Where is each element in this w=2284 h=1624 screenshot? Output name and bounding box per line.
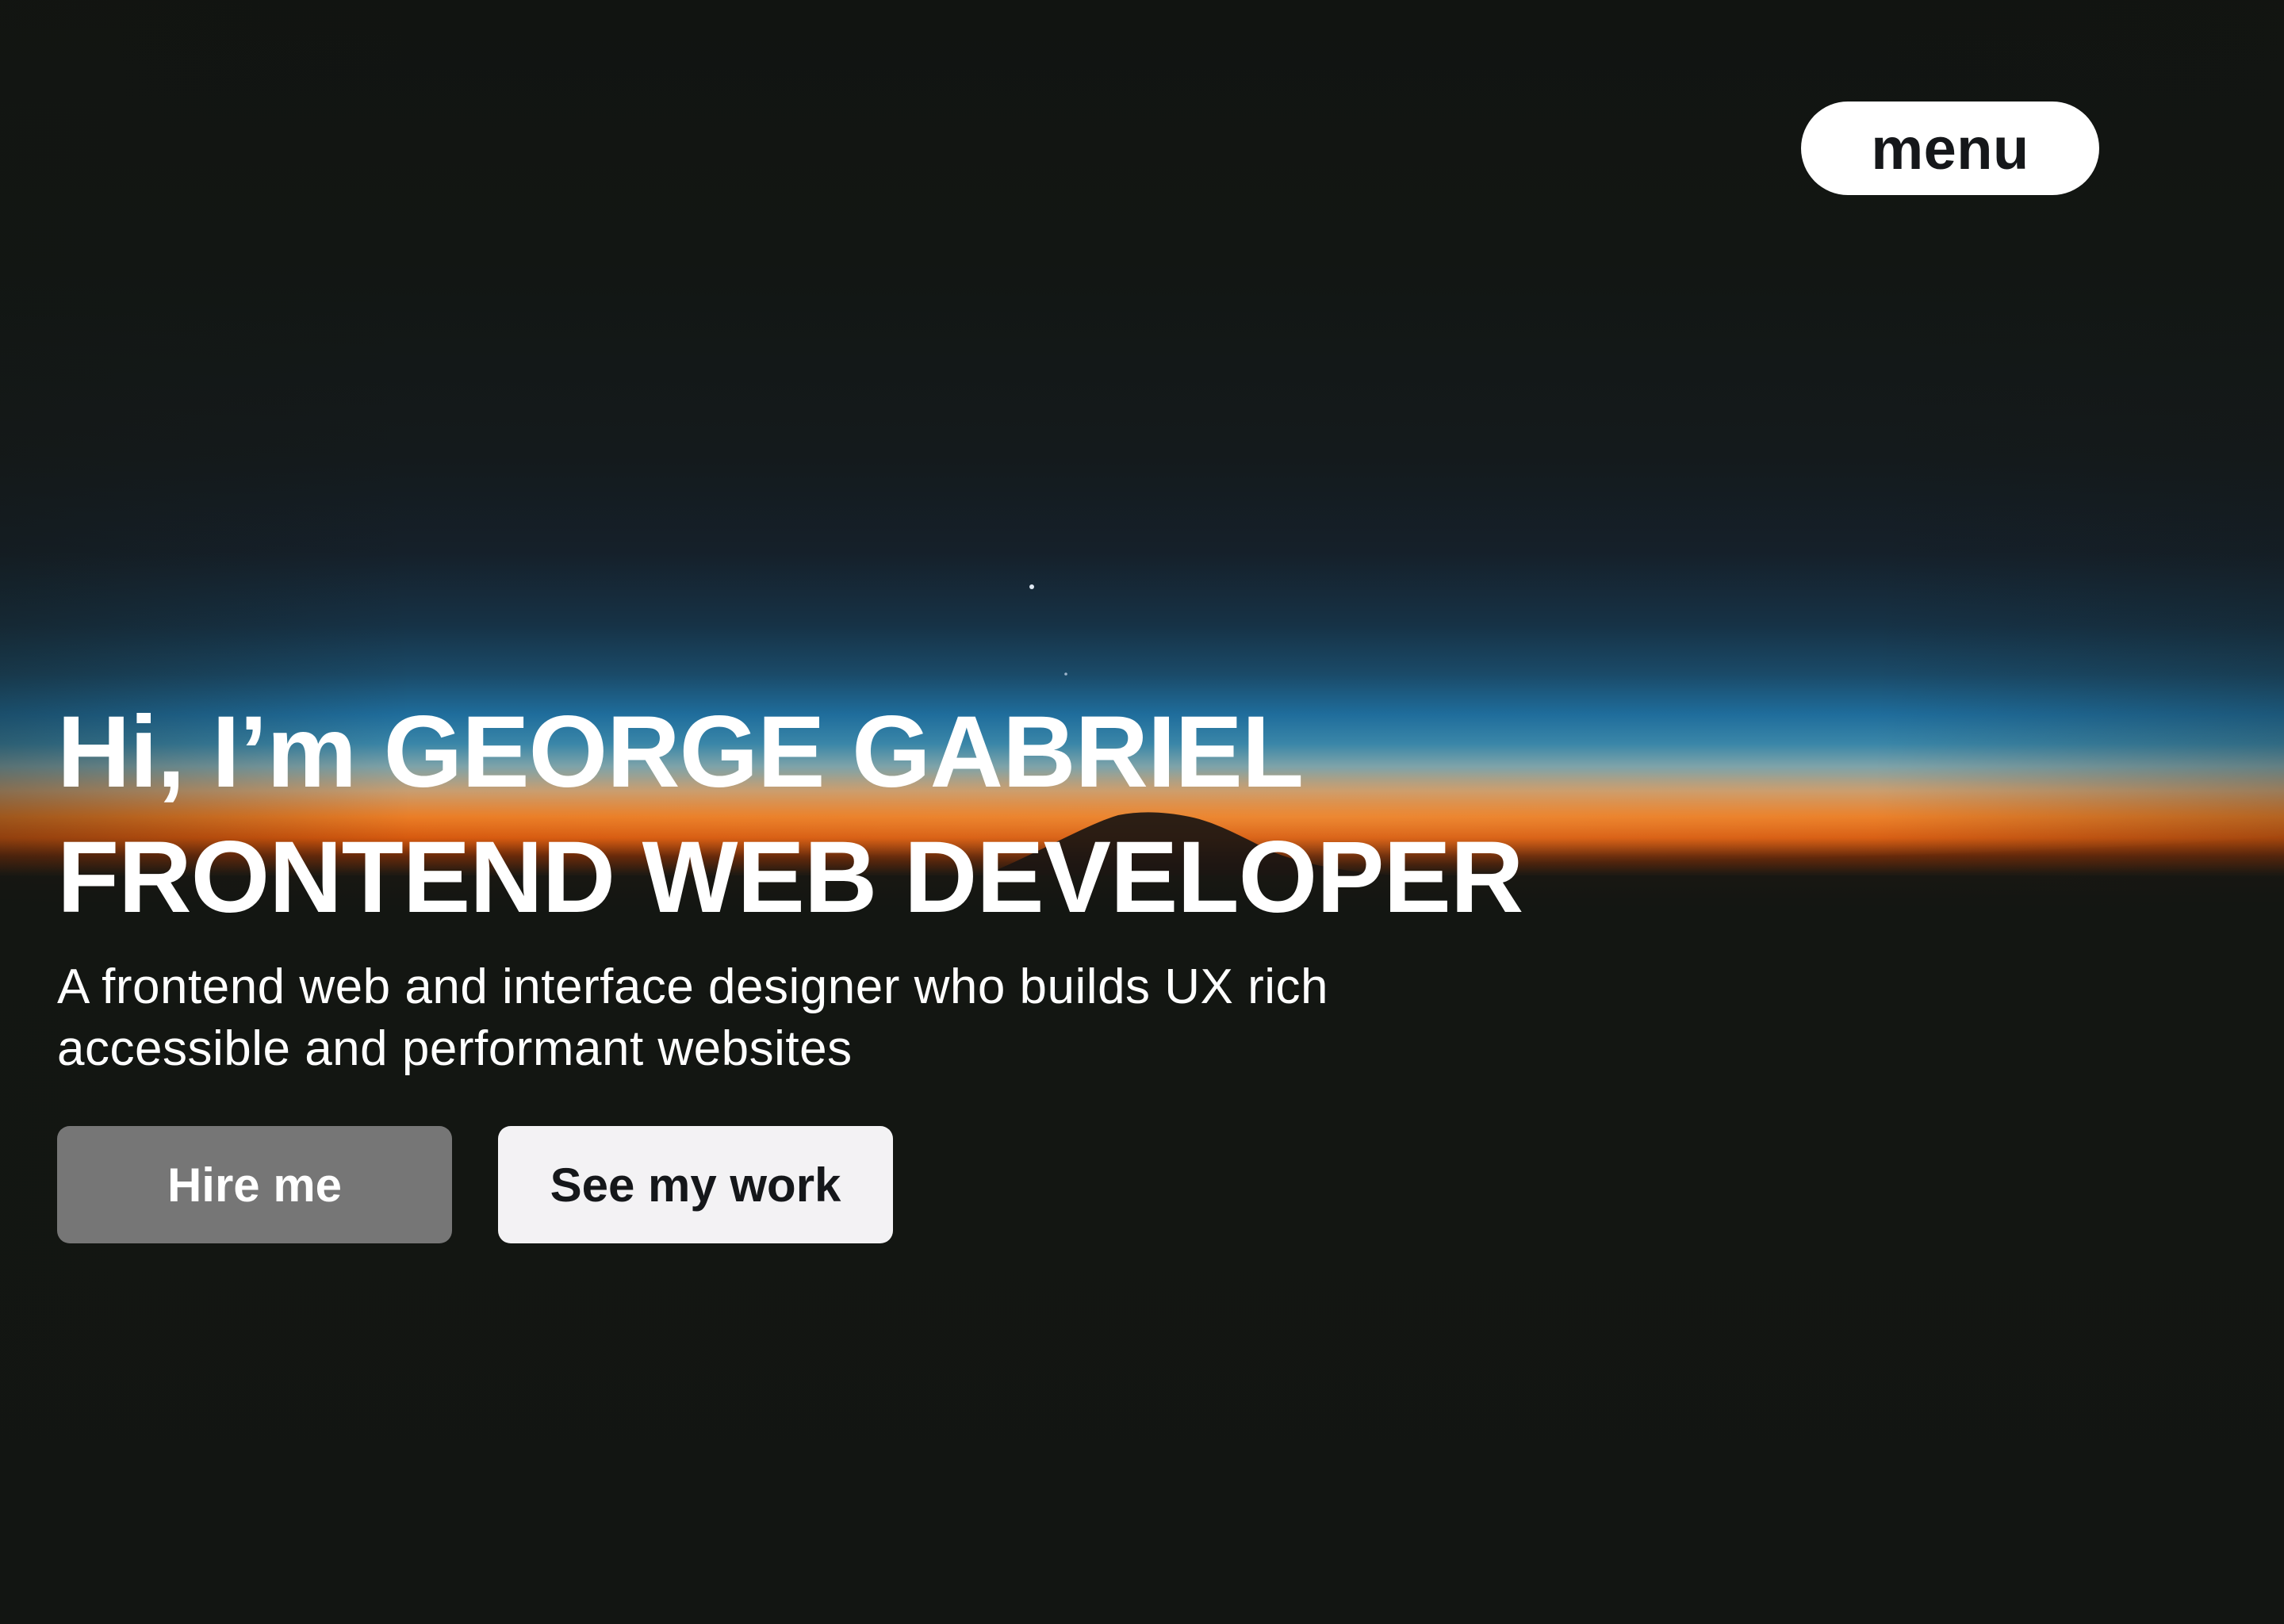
see-my-work-button[interactable]: See my work — [498, 1126, 893, 1243]
hero-role: FRONTEND WEB DEVELOPER — [57, 821, 1523, 934]
hire-me-button[interactable]: Hire me — [57, 1126, 452, 1243]
hero-headline: Hi, I’m GEORGE GABRIEL FRONTEND WEB DEVE… — [57, 690, 1523, 940]
hero-greeting: Hi, I’m GEORGE GABRIEL — [57, 695, 1304, 809]
hero-subtitle: A frontend web and interface designer wh… — [57, 959, 1329, 1076]
menu-button[interactable]: menu — [1801, 102, 2099, 195]
landing-page: menu Hi, I’m GEORGE GABRIEL FRONTEND WEB… — [0, 0, 2284, 1624]
